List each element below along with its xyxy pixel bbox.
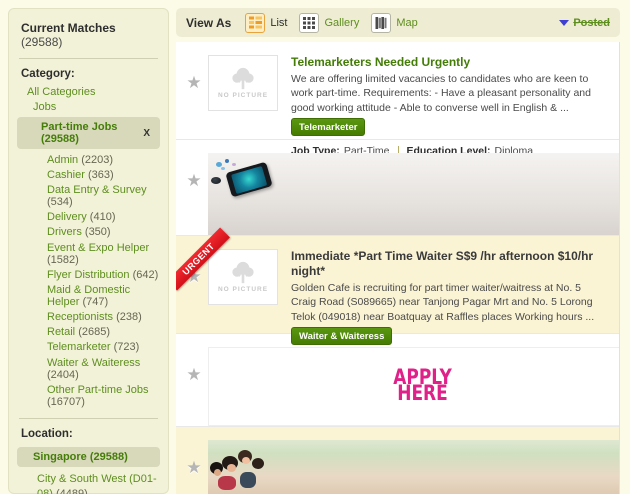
sidebar-link-jobs[interactable]: Jobs	[17, 99, 160, 114]
listing-description: Golden Cafe is recruiting for part timer…	[291, 281, 609, 324]
sort-posted-control[interactable]: Posted	[559, 17, 610, 29]
view-list-button[interactable]: List	[245, 13, 287, 33]
decor-gem	[232, 163, 236, 166]
listing-description: We are offering limited vacancies to can…	[291, 72, 609, 115]
listing-title[interactable]: Immediate *Part Time Waiter S$9 /hr afte…	[291, 249, 609, 279]
view-gallery-label: Gallery	[324, 17, 359, 29]
listing-row[interactable]: ★ NO PICTURE Telemarketers Needed Urgent…	[176, 42, 619, 140]
tree-icon	[227, 261, 259, 285]
view-list-label: List	[270, 17, 287, 29]
remove-category-filter-button[interactable]: X	[141, 128, 152, 139]
subcategory-list: Admin (2203) Cashier (363) Data Entry & …	[17, 152, 160, 409]
view-as-label: View As	[186, 16, 231, 30]
sidebar-item-waiter[interactable]: Waiter & Waiteress (2404)	[17, 355, 160, 382]
view-gallery-button[interactable]: Gallery	[299, 13, 359, 33]
divider	[19, 418, 158, 419]
selected-category[interactable]: Part-time Jobs (29588) X	[17, 117, 160, 149]
location-heading: Location:	[17, 428, 160, 444]
favorite-star-cell: ★	[180, 347, 208, 403]
list-icon	[245, 13, 265, 33]
decor-figure	[242, 457, 250, 464]
no-picture-placeholder: NO PICTURE	[208, 249, 278, 305]
decor-figure	[214, 469, 221, 476]
sidebar-item-telemarketer[interactable]: Telemarketer (723)	[17, 340, 160, 355]
decor-figure	[252, 458, 264, 469]
current-matches-label: Current Matches	[21, 21, 116, 35]
chevron-down-icon	[559, 20, 569, 26]
sidebar-link-all-categories[interactable]: All Categories	[17, 84, 160, 99]
listing-image[interactable]: NO PICTURE	[208, 55, 278, 111]
listing-row[interactable]: ★ SmartPhone Demonstrator ($8/hr+Comm) J…	[176, 140, 619, 236]
current-matches: Current Matches (29588)	[17, 19, 160, 49]
decor-figure	[227, 464, 236, 472]
map-icon	[371, 13, 391, 33]
sidebar-item-maid[interactable]: Maid & Domestic Helper (747)	[17, 282, 160, 309]
sidebar-item-retail[interactable]: Retail (2685)	[17, 325, 160, 340]
sidebar-item-flyer[interactable]: Flyer Distribution (642)	[17, 267, 160, 282]
selected-location-label: Singapore (29588)	[17, 451, 152, 463]
sidebar-item-admin[interactable]: Admin (2203)	[17, 152, 160, 167]
sidebar-item-event-expo[interactable]: Event & Expo Helper (1582)	[17, 240, 160, 267]
sidebar-item-data-entry[interactable]: Data Entry & Survey (534)	[17, 182, 160, 209]
favorite-star-icon[interactable]: ★	[186, 365, 201, 385]
decor-gem	[221, 167, 225, 170]
category-heading: Category:	[17, 68, 160, 84]
sidebar-item-cashier[interactable]: Cashier (363)	[17, 167, 160, 182]
listing-image-apply-here[interactable]: APPLY HERE	[208, 347, 620, 426]
listing-row[interactable]: ★ APPLY HERE $8/Hr Sales Promoter Part T…	[176, 334, 619, 427]
divider	[19, 58, 158, 59]
favorite-star-icon[interactable]: ★	[186, 73, 201, 93]
listing-row-highlighted[interactable]: URGENT ★ NO PICTURE Immediate *Part Time…	[176, 236, 619, 334]
location-list: City & South West (D01-08) (4489) Orchar…	[17, 470, 160, 494]
favorite-star-icon[interactable]: ★	[186, 171, 201, 191]
selected-location[interactable]: Singapore (29588)	[17, 447, 160, 467]
listing-image-phone-photo[interactable]	[208, 153, 620, 235]
favorite-star-icon[interactable]: ★	[186, 458, 201, 478]
listing-row-highlighted[interactable]: ★ Beauty/Spa/Makeup Worshops Coordinator…	[176, 427, 619, 494]
phone-shape	[225, 162, 272, 198]
favorite-star-cell: ★	[180, 440, 208, 494]
location-city-south-west[interactable]: City & South West (D01-08) (4489)	[17, 470, 160, 494]
apply-here-text: HERE	[397, 385, 448, 405]
decor-puck	[211, 177, 221, 184]
decor-figure	[240, 472, 256, 488]
sidebar-item-drivers[interactable]: Drivers (350)	[17, 225, 160, 240]
decor-gem	[225, 159, 229, 163]
no-picture-placeholder: NO PICTURE	[208, 55, 278, 111]
sidebar-item-delivery[interactable]: Delivery (410)	[17, 210, 160, 225]
selected-category-label: Part-time Jobs (29588)	[17, 121, 141, 145]
favorite-star-cell: ★	[180, 153, 208, 209]
sidebar-item-receptionists[interactable]: Receptionists (238)	[17, 310, 160, 325]
sidebar-item-other-parttime[interactable]: Other Part-time Jobs (16707)	[17, 382, 160, 409]
listing-content: Telemarketers Needed Urgently We are off…	[291, 55, 609, 139]
view-toolbar: View As List Gallery	[176, 8, 620, 37]
listing-image[interactable]: NO PICTURE	[208, 249, 278, 305]
filter-sidebar: Current Matches (29588) Category: All Ca…	[8, 8, 169, 494]
gallery-icon	[299, 13, 319, 33]
listing-content: Immediate *Part Time Waiter S$9 /hr afte…	[291, 249, 609, 333]
sort-posted-label: Posted	[573, 17, 610, 29]
no-picture-label: NO PICTURE	[218, 92, 268, 99]
listing-results: ★ NO PICTURE Telemarketers Needed Urgent…	[176, 42, 620, 494]
listing-image-people-photo[interactable]	[208, 440, 620, 494]
listing-title[interactable]: Telemarketers Needed Urgently	[291, 55, 609, 70]
tree-icon	[227, 67, 259, 91]
no-picture-label: NO PICTURE	[218, 286, 268, 293]
current-matches-count: (29588)	[21, 35, 62, 49]
view-map-button[interactable]: Map	[371, 13, 417, 33]
decor-figure	[218, 476, 236, 490]
view-map-label: Map	[396, 17, 417, 29]
favorite-star-cell: ★	[180, 55, 208, 111]
category-badge[interactable]: Telemarketer	[291, 118, 365, 136]
